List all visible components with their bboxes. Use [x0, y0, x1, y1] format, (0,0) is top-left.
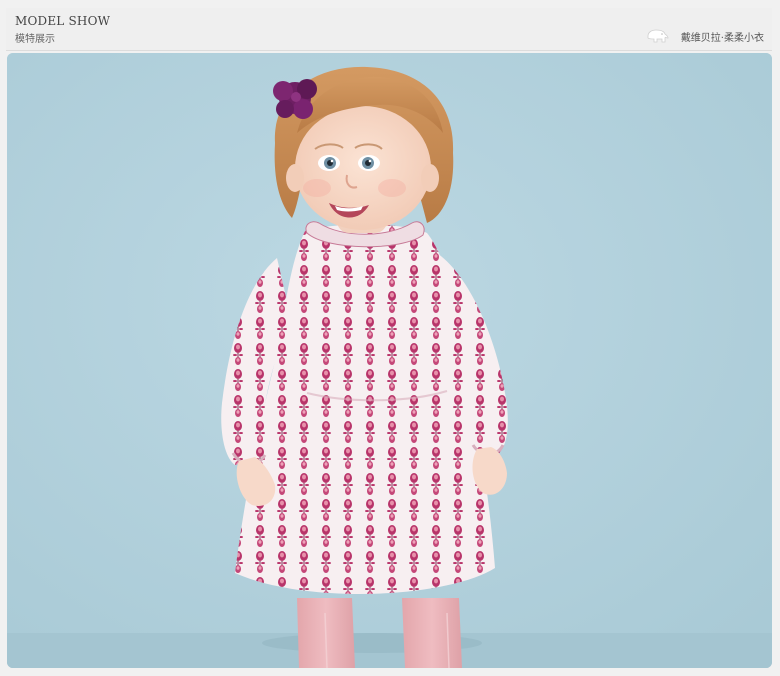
section-header: MODEL SHOW 模特展示 戴维贝拉·柔柔小衣 [6, 8, 772, 51]
brand-mark: 戴维贝拉·柔柔小衣 [645, 28, 764, 44]
section-title: MODEL SHOW [15, 14, 111, 28]
section-subtitle: 模特展示 [15, 34, 55, 45]
product-detail-panel: MODEL SHOW 模特展示 戴维贝拉·柔柔小衣 [0, 0, 780, 676]
elephant-icon [647, 29, 669, 43]
model-photo [7, 53, 772, 668]
flower-hair-clip [273, 79, 317, 119]
brand-name: 戴维贝拉·柔柔小衣 [680, 32, 764, 44]
